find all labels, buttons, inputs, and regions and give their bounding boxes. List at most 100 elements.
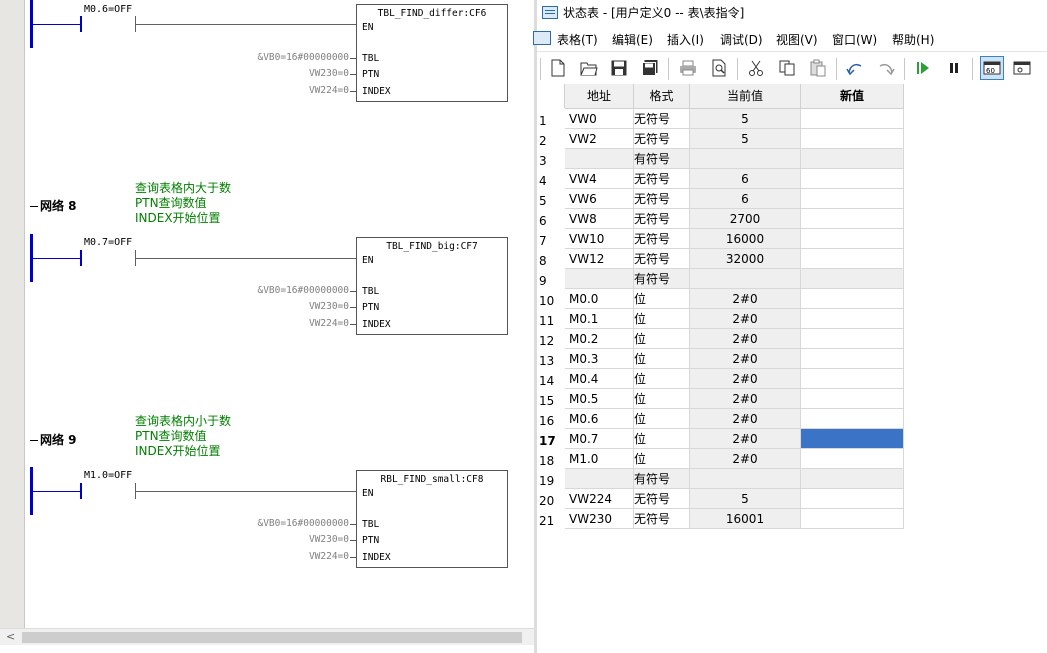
ladder-editor[interactable]: M0.6=OFF TBL_FIND_differ:CF6 EN TBL PTN … — [0, 0, 534, 653]
new-value-cell[interactable] — [801, 349, 904, 369]
open-icon[interactable] — [578, 57, 600, 79]
table-row[interactable]: 9 有符号 — [537, 269, 904, 289]
network-label[interactable]: 网络 9 — [30, 431, 77, 448]
format-cell[interactable]: 无符号 — [634, 209, 690, 229]
title-bar[interactable]: 状态表 - [用户定义0 -- 表\表指令] — [537, 0, 1047, 24]
column-header-new-value[interactable]: 新值 — [801, 84, 904, 109]
row-number[interactable]: 2 — [537, 131, 567, 150]
new-value-cell[interactable] — [801, 329, 904, 349]
row-number[interactable]: 7 — [537, 231, 567, 250]
menu-window[interactable]: 窗口(W) — [832, 31, 877, 48]
table-row[interactable]: 1 VW0 无符号 5 — [537, 109, 904, 129]
new-value-cell[interactable] — [801, 449, 904, 469]
undo-icon[interactable] — [844, 57, 866, 79]
scrollbar-thumb[interactable] — [22, 632, 522, 643]
table-row[interactable]: 14 M0.4 位 2#0 — [537, 369, 904, 389]
new-value-cell[interactable] — [801, 369, 904, 389]
trend-view-icon[interactable]: 60 — [980, 56, 1004, 80]
new-icon[interactable] — [547, 57, 569, 79]
row-number[interactable]: 14 — [537, 371, 567, 390]
instruction-box[interactable]: RBL_FIND_small:CF8 EN TBL PTN INDEX — [356, 470, 508, 568]
document-menu-icon[interactable] — [533, 31, 551, 45]
new-value-cell[interactable] — [801, 249, 904, 269]
address-cell[interactable]: M0.2 — [565, 329, 634, 349]
format-cell[interactable]: 无符号 — [634, 229, 690, 249]
row-number[interactable]: 4 — [537, 171, 567, 190]
new-value-cell[interactable] — [801, 169, 904, 189]
address-cell[interactable]: VW224 — [565, 489, 634, 509]
new-value-cell[interactable] — [801, 149, 904, 169]
row-number[interactable]: 8 — [537, 251, 567, 270]
network-label[interactable]: 网络 8 — [30, 197, 77, 214]
menu-debug[interactable]: 调试(D) — [720, 31, 763, 48]
address-cell[interactable]: M0.7 — [565, 429, 634, 449]
column-header-address[interactable]: 地址 — [565, 84, 634, 109]
row-number[interactable]: 1 — [537, 111, 567, 130]
new-value-cell[interactable] — [801, 489, 904, 509]
save-icon[interactable] — [608, 57, 630, 79]
address-cell[interactable] — [565, 469, 634, 489]
new-value-cell[interactable] — [801, 289, 904, 309]
table-row[interactable]: 16 M0.6 位 2#0 — [537, 409, 904, 429]
new-value-cell[interactable] — [801, 309, 904, 329]
format-cell[interactable]: 位 — [634, 309, 690, 329]
address-cell[interactable]: VW10 — [565, 229, 634, 249]
format-cell[interactable]: 无符号 — [634, 489, 690, 509]
format-cell[interactable]: 无符号 — [634, 169, 690, 189]
address-cell[interactable]: VW2 — [565, 129, 634, 149]
redo-icon[interactable] — [875, 57, 897, 79]
table-row[interactable]: 5 VW6 无符号 6 — [537, 189, 904, 209]
address-cell[interactable]: VW0 — [565, 109, 634, 129]
row-number[interactable]: 18 — [537, 451, 567, 470]
address-cell[interactable]: VW230 — [565, 509, 634, 529]
row-number[interactable]: 20 — [537, 491, 567, 510]
address-cell[interactable]: VW4 — [565, 169, 634, 189]
table-row[interactable]: 17 M0.7 位 2#0 — [537, 429, 904, 449]
new-value-cell[interactable] — [801, 109, 904, 129]
new-value-cell[interactable] — [801, 189, 904, 209]
table-row[interactable]: 2 VW2 无符号 5 — [537, 129, 904, 149]
address-cell[interactable] — [565, 149, 634, 169]
address-cell[interactable]: VW8 — [565, 209, 634, 229]
table-row[interactable]: 13 M0.3 位 2#0 — [537, 349, 904, 369]
address-cell[interactable]: M1.0 — [565, 449, 634, 469]
table-row[interactable]: 7 VW10 无符号 16000 — [537, 229, 904, 249]
table-row[interactable]: 3 有符号 — [537, 149, 904, 169]
row-number[interactable]: 10 — [537, 291, 567, 310]
format-cell[interactable]: 位 — [634, 329, 690, 349]
menu-table[interactable]: 表格(T) — [557, 31, 598, 48]
address-cell[interactable]: M0.3 — [565, 349, 634, 369]
format-cell[interactable]: 无符号 — [634, 509, 690, 529]
format-cell[interactable]: 无符号 — [634, 109, 690, 129]
table-row[interactable]: 8 VW12 无符号 32000 — [537, 249, 904, 269]
pause-icon[interactable] — [943, 57, 965, 79]
format-cell[interactable]: 位 — [634, 449, 690, 469]
format-cell[interactable]: 位 — [634, 389, 690, 409]
table-row[interactable]: 11 M0.1 位 2#0 — [537, 309, 904, 329]
run-icon[interactable] — [912, 57, 934, 79]
table-row[interactable]: 21 VW230 无符号 16001 — [537, 509, 904, 529]
new-value-cell[interactable] — [801, 469, 904, 489]
format-cell[interactable]: 无符号 — [634, 189, 690, 209]
row-number[interactable]: 17 — [537, 431, 567, 450]
row-number[interactable]: 5 — [537, 191, 567, 210]
table-row[interactable]: 4 VW4 无符号 6 — [537, 169, 904, 189]
column-header-current-value[interactable]: 当前值 — [690, 84, 801, 109]
instruction-box[interactable]: TBL_FIND_differ:CF6 EN TBL PTN INDEX — [356, 4, 508, 102]
menu-view[interactable]: 视图(V) — [776, 31, 818, 48]
cut-icon[interactable] — [745, 57, 767, 79]
table-row[interactable]: 19 有符号 — [537, 469, 904, 489]
address-cell[interactable]: VW12 — [565, 249, 634, 269]
instruction-box[interactable]: TBL_FIND_big:CF7 EN TBL PTN INDEX — [356, 237, 508, 335]
new-value-cell[interactable] — [801, 129, 904, 149]
collapse-icon[interactable] — [30, 430, 38, 441]
scroll-left-icon[interactable]: < — [6, 630, 15, 643]
new-value-cell[interactable] — [801, 509, 904, 529]
copy-icon[interactable] — [776, 57, 798, 79]
print-icon[interactable] — [677, 57, 699, 79]
table-row[interactable]: 20 VW224 无符号 5 — [537, 489, 904, 509]
address-cell[interactable]: VW6 — [565, 189, 634, 209]
table-row[interactable]: 15 M0.5 位 2#0 — [537, 389, 904, 409]
row-number[interactable]: 11 — [537, 311, 567, 330]
table-row[interactable]: 12 M0.2 位 2#0 — [537, 329, 904, 349]
